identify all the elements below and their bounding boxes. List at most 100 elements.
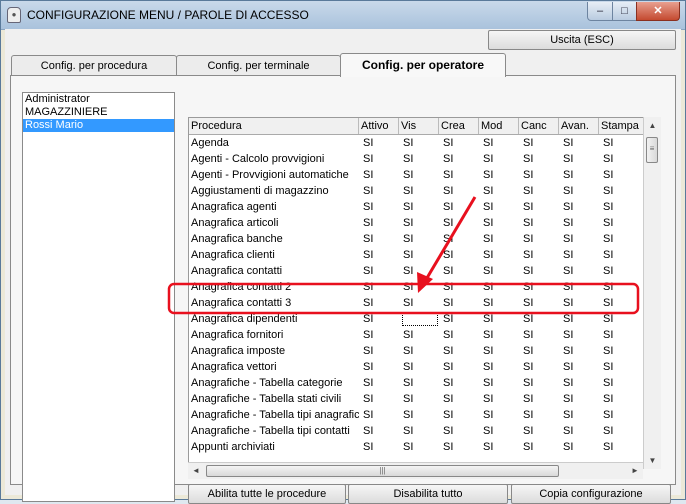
permission-cell[interactable]: SI: [481, 247, 519, 263]
permission-cell[interactable]: SI: [361, 391, 399, 407]
procedure-name-cell[interactable]: Anagrafiche - Tabella tipi contatti: [189, 423, 359, 439]
permission-cell[interactable]: SI: [361, 263, 399, 279]
procedure-name-cell[interactable]: Anagrafica dipendenti: [189, 311, 359, 327]
permission-cell[interactable]: SI: [481, 359, 519, 375]
permission-cell[interactable]: SI: [601, 311, 643, 327]
permission-cell[interactable]: SI: [361, 151, 399, 167]
permission-cell[interactable]: SI: [401, 215, 439, 231]
permission-cell[interactable]: SI: [521, 151, 559, 167]
table-row[interactable]: Anagrafica contatti SI SI SI SI SI SI SI: [189, 263, 643, 279]
permission-cell[interactable]: SI: [441, 151, 479, 167]
permission-cell[interactable]: SI: [441, 423, 479, 439]
permission-cell[interactable]: SI: [441, 343, 479, 359]
permission-cell[interactable]: SI: [561, 247, 599, 263]
permission-cell[interactable]: SI: [401, 231, 439, 247]
permission-cell[interactable]: SI: [601, 279, 643, 295]
table-row[interactable]: Aggiustamenti di magazzino SI SI SI SI SI SI SI: [189, 183, 643, 199]
permission-cell[interactable]: SI: [561, 391, 599, 407]
scroll-up-icon[interactable]: ▲: [644, 117, 661, 134]
permission-cell[interactable]: SI: [561, 343, 599, 359]
procedure-name-cell[interactable]: Anagrafica fornitori: [189, 327, 359, 343]
permission-cell[interactable]: SI: [441, 327, 479, 343]
permission-cell[interactable]: SI: [521, 167, 559, 183]
permission-cell[interactable]: SI: [481, 151, 519, 167]
permission-cell[interactable]: SI: [601, 151, 643, 167]
permission-cell[interactable]: SI: [401, 151, 439, 167]
permission-cell[interactable]: SI: [561, 375, 599, 391]
permission-cell[interactable]: SI: [441, 167, 479, 183]
permission-cell[interactable]: SI: [361, 247, 399, 263]
column-header[interactable]: Procedura: [189, 118, 359, 134]
column-header[interactable]: Canc: [519, 118, 559, 134]
permission-cell[interactable]: SI: [481, 311, 519, 327]
procedure-name-cell[interactable]: Anagrafiche - Tabella categorie: [189, 375, 359, 391]
table-row[interactable]: Anagrafica contatti 2 SI SI SI SI SI SI SI: [189, 279, 643, 295]
permission-cell[interactable]: SI: [401, 423, 439, 439]
procedure-name-cell[interactable]: Anagrafica articoli: [189, 215, 359, 231]
column-header[interactable]: Avan.: [559, 118, 599, 134]
permission-cell[interactable]: SI: [481, 215, 519, 231]
permission-cell[interactable]: SI: [601, 135, 643, 151]
permission-cell[interactable]: SI: [601, 423, 643, 439]
permission-cell[interactable]: SI: [601, 343, 643, 359]
permission-cell[interactable]: SI: [561, 423, 599, 439]
permission-cell[interactable]: SI: [441, 215, 479, 231]
permission-cell[interactable]: SI: [481, 295, 519, 311]
permission-cell[interactable]: SI: [601, 199, 643, 215]
table-row[interactable]: Agenti - Provvigioni automatiche SI SI SI SI…: [189, 167, 643, 183]
table-row[interactable]: Appunti archiviati SI SI SI SI SI SI SI: [189, 439, 643, 455]
permissions-grid[interactable]: Procedura Attivo Vis Crea Mod Canc Avan. Stampa…: [188, 117, 643, 462]
table-row[interactable]: Anagrafiche - Tabella stati civili SI SI SI…: [189, 391, 643, 407]
procedure-name-cell[interactable]: Agenti - Calcolo provvigioni: [189, 151, 359, 167]
procedure-name-cell[interactable]: Agenti - Provvigioni automatiche: [189, 167, 359, 183]
permission-cell[interactable]: SI: [401, 167, 439, 183]
permission-cell[interactable]: SI: [481, 279, 519, 295]
maximize-button[interactable]: □: [612, 2, 637, 21]
procedure-name-cell[interactable]: Aggiustamenti di magazzino: [189, 183, 359, 199]
table-row[interactable]: Anagrafica vettori SI SI SI SI SI SI SI: [189, 359, 643, 375]
permission-cell[interactable]: SI: [481, 343, 519, 359]
permission-cell[interactable]: SI: [401, 183, 439, 199]
permission-cell[interactable]: SI: [401, 279, 439, 295]
permission-cell[interactable]: SI: [441, 391, 479, 407]
operator-item-administrator[interactable]: Administrator: [23, 93, 174, 106]
permission-cell[interactable]: SI: [521, 279, 559, 295]
procedure-name-cell[interactable]: Anagrafiche - Tabella stati civili: [189, 391, 359, 407]
permission-cell[interactable]: SI: [561, 311, 599, 327]
operator-item-magazziniere[interactable]: MAGAZZINIERE: [23, 106, 174, 119]
permission-cell[interactable]: SI: [561, 327, 599, 343]
permission-cell[interactable]: SI: [561, 135, 599, 151]
procedure-name-cell[interactable]: Anagrafica vettori: [189, 359, 359, 375]
permission-cell[interactable]: SI: [481, 391, 519, 407]
permission-cell[interactable]: SI: [601, 167, 643, 183]
permission-cell[interactable]: SI: [521, 311, 559, 327]
procedure-name-cell[interactable]: Anagrafica contatti 2: [189, 279, 359, 295]
permission-cell[interactable]: SI: [401, 439, 439, 455]
table-row[interactable]: Anagrafica contatti 3 SI SI SI SI SI SI SI: [189, 295, 643, 311]
permission-cell[interactable]: SI: [601, 359, 643, 375]
permission-cell[interactable]: SI: [361, 407, 399, 423]
minimize-button[interactable]: ‒: [587, 2, 613, 21]
scroll-right-icon[interactable]: ►: [627, 463, 643, 479]
procedure-name-cell[interactable]: Appunti archiviati: [189, 439, 359, 455]
permission-cell[interactable]: SI: [481, 407, 519, 423]
permission-cell[interactable]: SI: [601, 327, 643, 343]
permission-cell[interactable]: SI: [521, 263, 559, 279]
permission-cell[interactable]: SI: [601, 231, 643, 247]
permission-cell[interactable]: SI: [441, 311, 479, 327]
permission-cell[interactable]: SI: [361, 215, 399, 231]
permission-cell[interactable]: SI: [401, 263, 439, 279]
permission-cell[interactable]: SI: [481, 135, 519, 151]
permission-cell[interactable]: SI: [441, 407, 479, 423]
table-row[interactable]: Anagrafica dipendenti SI SI SI SI SI SI: [189, 311, 643, 327]
tab-operatore[interactable]: Config. per operatore: [340, 53, 506, 77]
permission-cell[interactable]: SI: [521, 439, 559, 455]
permission-cell[interactable]: SI: [561, 199, 599, 215]
vertical-scroll-thumb[interactable]: ≡: [646, 137, 658, 163]
permission-cell[interactable]: SI: [561, 167, 599, 183]
permission-cell[interactable]: SI: [481, 263, 519, 279]
vertical-scrollbar[interactable]: ▲ ≡ ▼: [643, 117, 661, 469]
permission-cell[interactable]: SI: [441, 183, 479, 199]
permission-cell[interactable]: SI: [481, 183, 519, 199]
permission-cell[interactable]: SI: [521, 391, 559, 407]
